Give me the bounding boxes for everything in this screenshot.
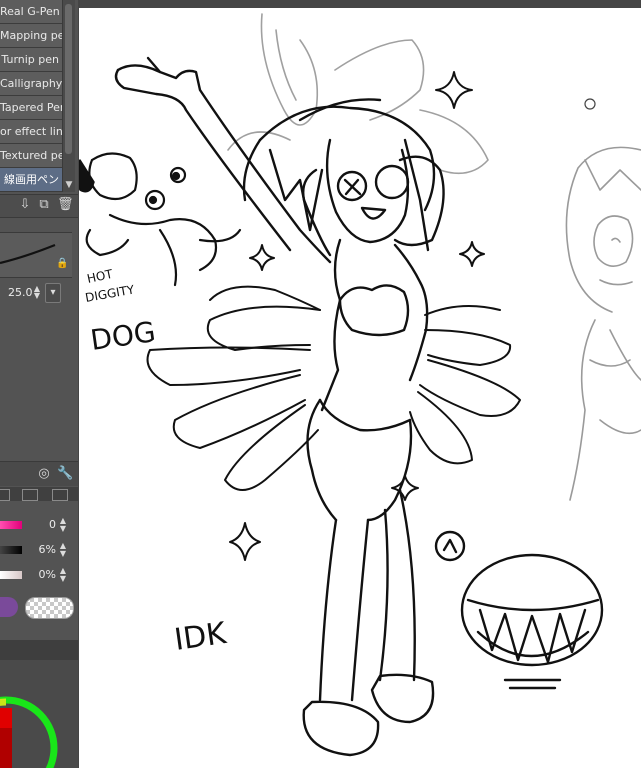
sketch-artwork: HOT DIGGITY DOG IDK (79, 13, 641, 757)
color-panel-header: ◎ 🔧 (0, 461, 78, 486)
color-slider-value-1[interactable]: 0 (36, 518, 56, 531)
figure-head (242, 98, 445, 257)
bird-creature-drawing (85, 152, 242, 287)
tab-color-mode-1[interactable] (0, 489, 10, 501)
figure-arm-raised (114, 56, 332, 264)
round-creature-drawing (434, 530, 604, 690)
color-slider-stepper-icon-2[interactable]: ▲ ▼ (59, 542, 67, 558)
text-idk: IDK (172, 616, 229, 658)
color-slider-row-2: 6% ▲ ▼ (0, 540, 72, 560)
sparkle-marks (229, 71, 485, 561)
brush-item-real-g-pen[interactable]: Real G-Pen (0, 0, 62, 24)
color-wheel-graphic[interactable] (0, 660, 78, 768)
brush-item-mapping-pen[interactable]: Mapping pen (0, 24, 62, 48)
text-hot: HOT (86, 267, 115, 286)
color-slider-value-2[interactable]: 6% (36, 543, 56, 556)
lock-icon[interactable]: 🔒 (56, 259, 68, 269)
brush-size-dropdown-icon[interactable]: ▾ (45, 283, 61, 303)
figure-body (306, 238, 429, 522)
brush-item-turnip-pen[interactable]: Turnip pen (0, 48, 62, 72)
duplicate-icon[interactable]: ⧉ (37, 198, 51, 212)
color-mode-tabs (0, 487, 78, 501)
scrollbar-thumb[interactable] (65, 4, 72, 154)
background-plume-sketch (227, 13, 489, 175)
drawing-canvas[interactable]: HOT DIGGITY DOG IDK (79, 8, 641, 768)
color-slider-bar-2[interactable] (0, 546, 22, 554)
transparent-color-chip[interactable] (25, 597, 74, 619)
tab-color-mode-3[interactable] (52, 489, 68, 501)
figure-tutu-petals (146, 285, 521, 491)
color-slider-bar-1[interactable] (0, 521, 22, 529)
brush-item-line-drawing-pen[interactable]: 線画用ペン (0, 168, 62, 192)
main-color-chip[interactable] (0, 597, 18, 617)
scroll-down-arrow-icon[interactable]: ▼ (64, 180, 74, 190)
figure-legs (302, 488, 435, 757)
color-wheel[interactable] (0, 660, 78, 768)
color-slider-row-1: 0 ▲ ▼ (0, 515, 72, 535)
wrench-icon[interactable]: 🔧 (57, 467, 73, 481)
dial-icon[interactable]: ◎ (37, 467, 51, 481)
color-slider-stepper-icon-1[interactable]: ▲ ▼ (59, 517, 67, 533)
brush-size-row: 25.0 ▲ ▼ ▾ (0, 282, 72, 304)
color-slider-row-3: 0% ▲ ▼ (0, 565, 72, 585)
text-dog: DOG (88, 315, 157, 357)
color-slider-bar-3[interactable] (0, 571, 22, 579)
background-sketch-figure (565, 146, 641, 501)
brush-size-value[interactable]: 25.0 (8, 286, 33, 299)
left-tool-panel: Real G-Pen Mapping pen Turnip pen Callig… (0, 0, 78, 768)
tab-color-mode-2[interactable] (22, 489, 38, 501)
brush-stroke-preview: 🔒 (0, 232, 72, 278)
stroke-preview-graphic (0, 243, 56, 265)
text-diggity: DIGGITY (84, 282, 136, 305)
brush-item-tapered-pen[interactable]: Tapered Pen (0, 96, 62, 120)
brush-cursor-icon (584, 98, 596, 110)
trash-icon[interactable]: 🗑 (57, 198, 74, 212)
brush-list-scrollbar[interactable]: ▼ (62, 0, 75, 192)
brush-list: Real G-Pen Mapping pen Turnip pen Callig… (0, 0, 62, 192)
black-blob-mark (79, 159, 95, 193)
save-icon[interactable]: ⇩ (18, 198, 32, 212)
brush-item-textured-pen[interactable]: Textured pen (0, 144, 62, 168)
color-slider-value-3[interactable]: 0% (36, 568, 56, 581)
brush-tool-bar: ⇩ ⧉ 🗑 (0, 194, 78, 218)
brush-item-calligraphy[interactable]: Calligraphy (0, 72, 62, 96)
color-slider-stepper-icon-3[interactable]: ▲ ▼ (59, 567, 67, 583)
brush-size-stepper-icon[interactable]: ▲ ▼ (33, 285, 41, 300)
panel-separator (0, 640, 78, 660)
brush-item-effect-line[interactable]: or effect line (0, 120, 62, 144)
